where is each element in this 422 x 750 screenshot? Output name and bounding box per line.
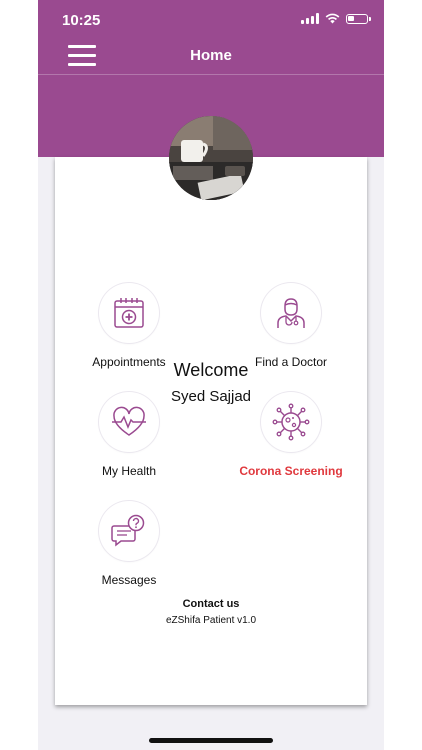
- chat-question-icon: [111, 514, 145, 547]
- signal-icon: [301, 13, 319, 24]
- appointments-label: Appointments: [92, 355, 166, 369]
- status-time: 10:25: [62, 12, 101, 29]
- messages-label: Messages: [101, 573, 157, 587]
- messages-tile[interactable]: Messages: [64, 501, 194, 587]
- corona-screening-label: Corona Screening: [239, 464, 343, 478]
- find-doctor-tile[interactable]: Find a Doctor: [226, 283, 356, 369]
- doctor-icon: [277, 298, 305, 328]
- avatar: [169, 116, 253, 200]
- battery-icon: [346, 13, 371, 24]
- contact-us-link[interactable]: Contact us: [38, 598, 384, 610]
- corona-screening-tile[interactable]: Corona Screening: [226, 392, 356, 478]
- my-health-label: My Health: [101, 464, 157, 478]
- status-bar: 10:25: [38, 0, 384, 40]
- find-doctor-label: Find a Doctor: [254, 355, 328, 369]
- home-indicator[interactable]: [149, 738, 273, 743]
- status-icons: [301, 13, 371, 24]
- calendar-medical-icon: [114, 298, 144, 328]
- my-health-tile[interactable]: My Health: [64, 392, 194, 478]
- page-title: Home: [190, 47, 232, 64]
- appointments-tile[interactable]: Appointments: [64, 283, 194, 369]
- nav-bar: Home: [38, 40, 384, 75]
- phone-screen: 10:25 Home Welcome Syed Sajjad Appointme…: [38, 0, 384, 750]
- virus-icon: [272, 403, 310, 441]
- heartbeat-icon: [112, 406, 146, 436]
- wifi-icon: [325, 13, 340, 24]
- app-version: eZShifa Patient v1.0: [165, 615, 257, 626]
